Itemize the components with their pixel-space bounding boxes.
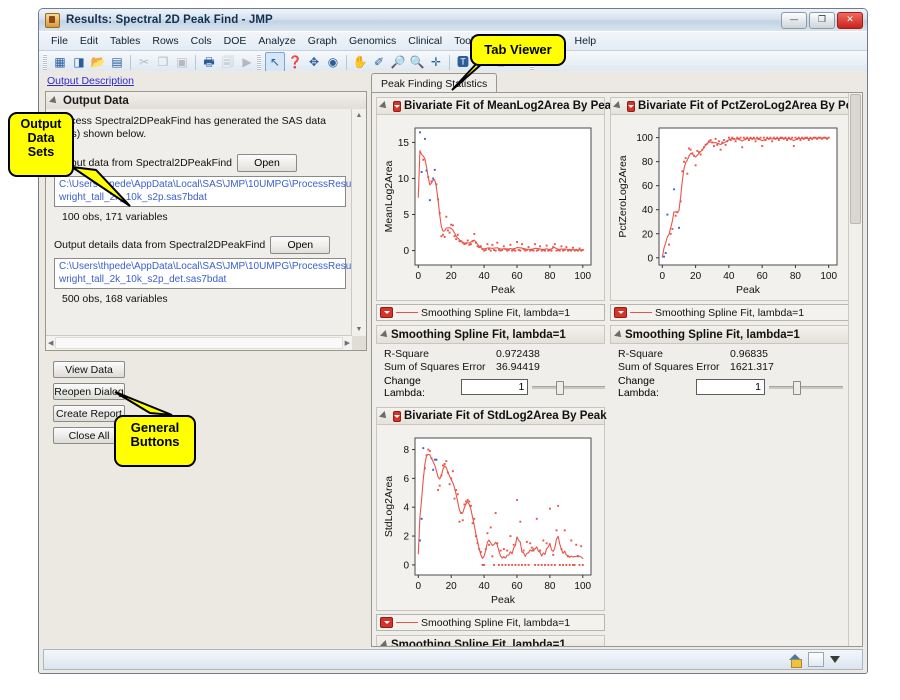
callout-output-line-3: Sets bbox=[27, 145, 55, 159]
callout-output-line-1: Output bbox=[20, 117, 62, 131]
callout-general-line-2: Buttons bbox=[130, 434, 180, 449]
general-buttons-tail bbox=[114, 391, 173, 416]
callout-output-line-2: Data bbox=[27, 131, 55, 145]
callout-tab-viewer-text: Tab Viewer bbox=[484, 42, 552, 57]
callout-tails bbox=[71, 47, 501, 416]
callout-general-buttons: General Buttons bbox=[114, 415, 196, 467]
callout-output-data-sets: Output Data Sets bbox=[8, 112, 74, 177]
callout-tab-viewer: Tab Viewer bbox=[470, 34, 566, 66]
output-data-sets-tail bbox=[71, 166, 131, 207]
callout-general-line-1: General bbox=[130, 420, 180, 435]
